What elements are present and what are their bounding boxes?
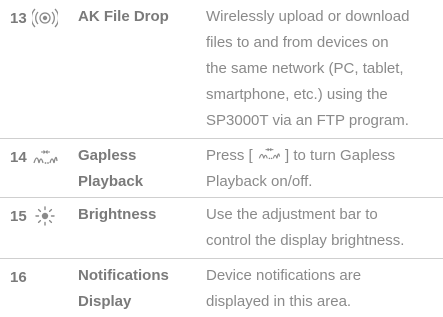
description-prefix: Press [ — [206, 147, 253, 164]
row-number: 13 — [10, 10, 27, 27]
table-row: 13 AK File Drop Wirelessly upload or dow… — [0, 0, 443, 138]
row-number: 16 — [10, 269, 27, 286]
row-number: 15 — [10, 208, 27, 225]
feature-name: Gapless Playback — [78, 143, 188, 195]
feature-table: 13 AK File Drop Wirelessly upload or dow… — [0, 0, 443, 317]
description-line: Device notifications are — [206, 267, 362, 284]
feature-name: Notifications Display — [78, 263, 188, 315]
gapless-icon — [257, 144, 281, 160]
description-line: SP3000T via an FTP program. — [206, 112, 409, 129]
description-line: control the display brightness. — [206, 232, 405, 249]
name-line: Gapless — [78, 147, 137, 164]
feature-description: Device notifications are displayed in th… — [206, 263, 441, 315]
description-line: Wirelessly upload or download — [206, 8, 410, 25]
wifi-radio-icon — [30, 6, 60, 30]
gapless-icon — [32, 145, 58, 169]
description-line: Press [ ] to turn Gapless — [206, 143, 441, 169]
description-suffix: ] to turn Gapless — [285, 147, 396, 164]
feature-description: Press [ ] to turn Gapless Playback on/of… — [206, 143, 441, 195]
table-row: 15 Brightness Use the adjustment bar to — [0, 198, 443, 258]
feature-name: AK File Drop — [78, 8, 169, 25]
name-line: Playback — [78, 173, 144, 190]
description-line: files to and from devices on — [206, 34, 389, 51]
description-line: displayed in this area. — [206, 293, 352, 310]
feature-name: Brightness — [78, 206, 157, 223]
description-line: Use the adjustment bar to — [206, 206, 378, 223]
name-line: Notifications — [78, 267, 169, 284]
feature-description: Use the adjustment bar to control the di… — [206, 202, 441, 254]
description-line: the same network (PC, tablet, — [206, 60, 404, 77]
table-row: 16 Notifications Display Device notifica… — [0, 259, 443, 317]
brightness-icon — [32, 204, 58, 228]
description-line: smartphone, etc.) using the — [206, 86, 388, 103]
table-row: 14 Gapless Playback Press [] to turn Ga… — [0, 139, 443, 197]
row-number: 14 — [10, 149, 27, 166]
description-line: Playback on/off. — [206, 173, 313, 190]
feature-description: Wirelessly upload or download files to a… — [206, 4, 441, 134]
name-line: Display — [78, 293, 132, 310]
